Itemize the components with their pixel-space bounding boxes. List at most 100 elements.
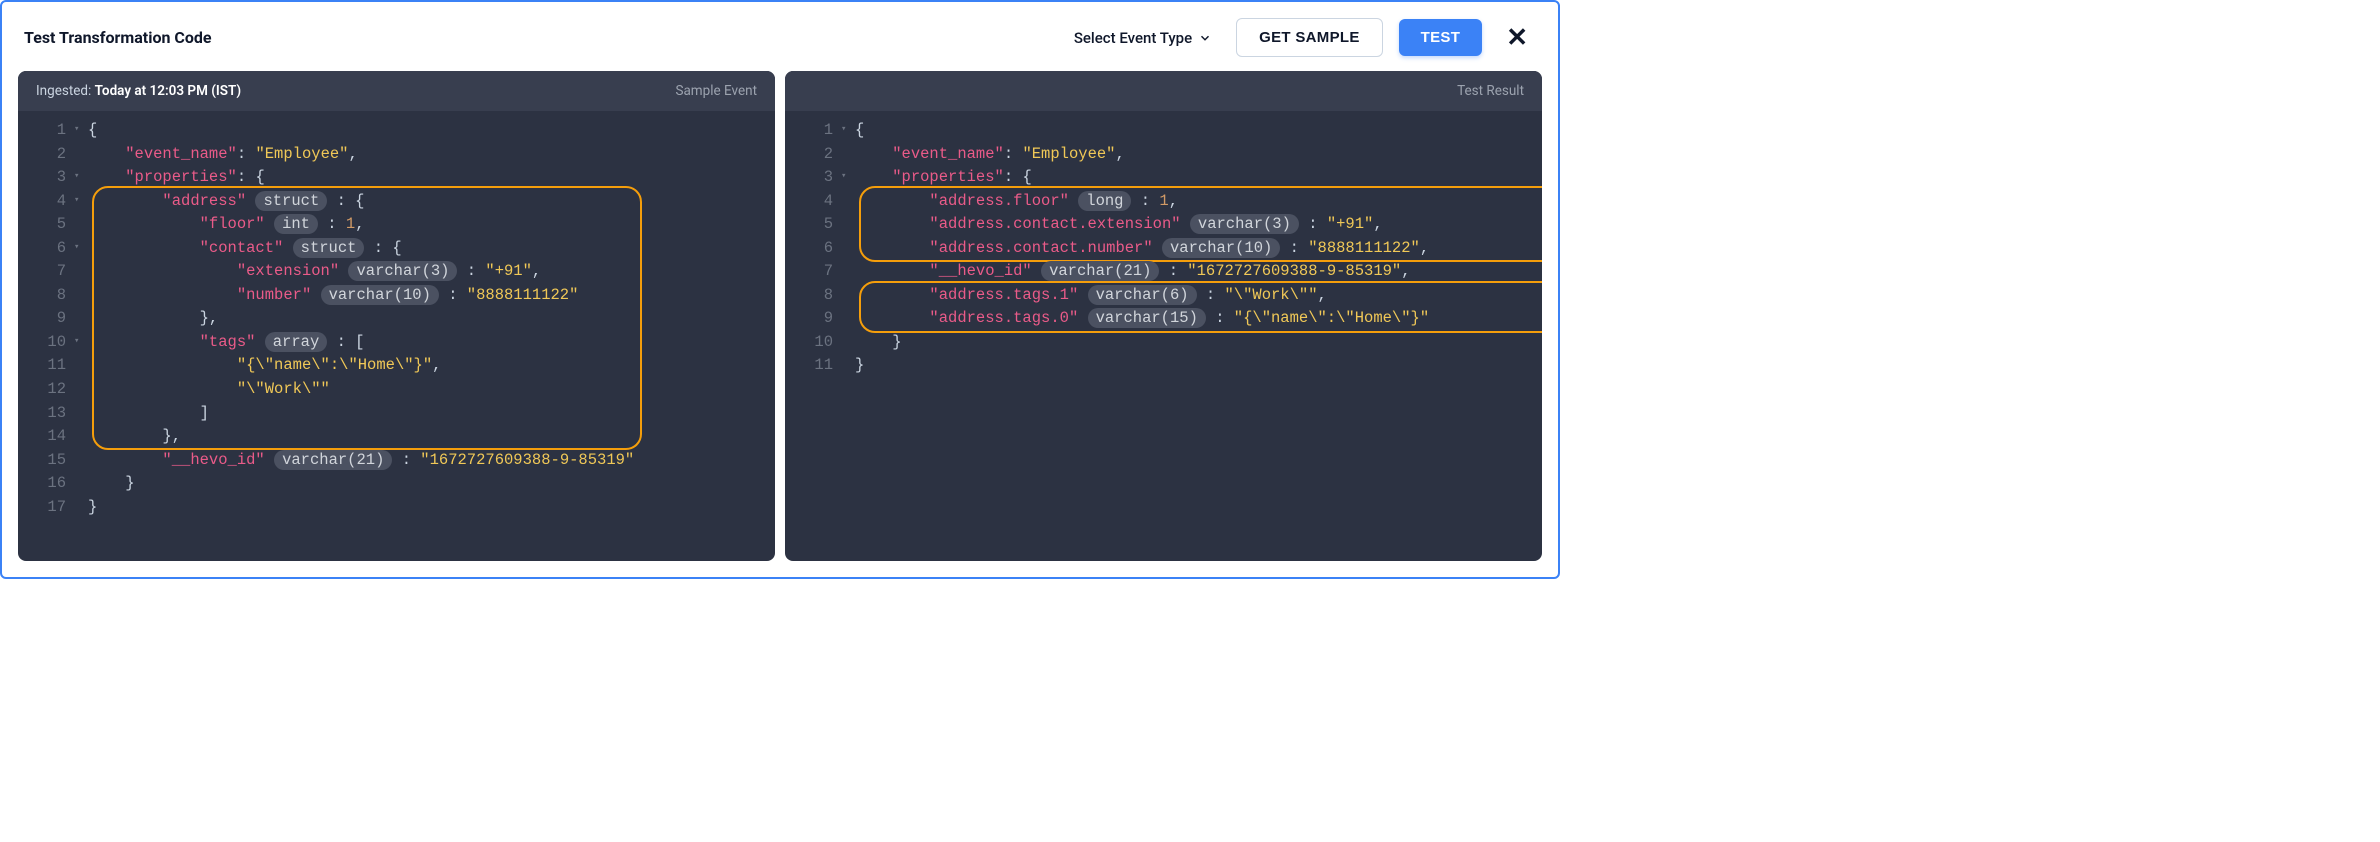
line-number: 8 bbox=[18, 284, 74, 308]
fold-icon[interactable]: ▾ bbox=[74, 190, 88, 214]
line-number: 9 bbox=[785, 307, 841, 331]
sample-event-code[interactable]: 1▾{2 "event_name": "Employee",3▾ "proper… bbox=[18, 111, 775, 533]
line-number: 12 bbox=[18, 378, 74, 402]
fold-icon bbox=[74, 307, 88, 331]
fold-icon[interactable]: ▾ bbox=[74, 166, 88, 190]
test-result-panel: Test Result 1▾{2 "event_name": "Employee… bbox=[785, 71, 1542, 561]
test-result-code[interactable]: 1▾{2 "event_name": "Employee",3▾ "proper… bbox=[785, 111, 1542, 392]
fold-icon bbox=[74, 354, 88, 378]
dialog-title: Test Transformation Code bbox=[24, 28, 1050, 47]
code-content: "{\"name\":\"Home\"}", bbox=[88, 354, 775, 378]
code-line: 11 "{\"name\":\"Home\"}", bbox=[18, 354, 775, 378]
code-content: "event_name": "Employee", bbox=[855, 143, 1542, 167]
ingested-label: Ingested: Today at 12:03 PM (IST) bbox=[36, 83, 241, 99]
line-number: 11 bbox=[785, 354, 841, 378]
code-line: 13 ] bbox=[18, 402, 775, 426]
fold-icon bbox=[841, 237, 855, 261]
fold-icon bbox=[74, 213, 88, 237]
code-content: "__hevo_id" varchar(21) : "1672727609388… bbox=[88, 449, 775, 473]
code-line: 8 "address.tags.1" varchar(6) : "\"Work\… bbox=[785, 284, 1542, 308]
code-content: "extension" varchar(3) : "+91", bbox=[88, 260, 775, 284]
close-icon[interactable]: ✕ bbox=[1498, 25, 1536, 51]
line-number: 10 bbox=[785, 331, 841, 355]
code-content: "__hevo_id" varchar(21) : "1672727609388… bbox=[855, 260, 1542, 284]
code-content: } bbox=[88, 496, 775, 520]
fold-icon[interactable]: ▾ bbox=[841, 166, 855, 190]
fold-icon bbox=[74, 472, 88, 496]
line-number: 17 bbox=[18, 496, 74, 520]
fold-icon bbox=[841, 284, 855, 308]
code-line: 16 } bbox=[18, 472, 775, 496]
code-content: "address.tags.1" varchar(6) : "\"Work\""… bbox=[855, 284, 1542, 308]
select-event-type-dropdown[interactable]: Select Event Type bbox=[1066, 29, 1220, 47]
sample-event-panel: Ingested: Today at 12:03 PM (IST) Sample… bbox=[18, 71, 775, 561]
code-content: "address.contact.number" varchar(10) : "… bbox=[855, 237, 1542, 261]
line-number: 16 bbox=[18, 472, 74, 496]
code-content: "properties": { bbox=[855, 166, 1542, 190]
code-content: { bbox=[855, 119, 1542, 143]
code-line: 5 "address.contact.extension" varchar(3)… bbox=[785, 213, 1542, 237]
fold-icon[interactable]: ▾ bbox=[74, 237, 88, 261]
code-line: 1▾{ bbox=[785, 119, 1542, 143]
code-line: 7 "__hevo_id" varchar(21) : "16727276093… bbox=[785, 260, 1542, 284]
code-content: "number" varchar(10) : "8888111122" bbox=[88, 284, 775, 308]
code-content: } bbox=[855, 354, 1542, 378]
fold-icon bbox=[74, 284, 88, 308]
code-content: "\"Work\"" bbox=[88, 378, 775, 402]
line-number: 5 bbox=[785, 213, 841, 237]
fold-icon bbox=[841, 307, 855, 331]
line-number: 6 bbox=[18, 237, 74, 261]
line-number: 3 bbox=[785, 166, 841, 190]
fold-icon bbox=[841, 190, 855, 214]
panels-row: Ingested: Today at 12:03 PM (IST) Sample… bbox=[4, 71, 1556, 575]
chevron-down-icon bbox=[1198, 31, 1212, 45]
code-line: 17} bbox=[18, 496, 775, 520]
code-content: }, bbox=[88, 425, 775, 449]
line-number: 4 bbox=[785, 190, 841, 214]
code-line: 4 "address.floor" long : 1, bbox=[785, 190, 1542, 214]
code-line: 8 "number" varchar(10) : "8888111122" bbox=[18, 284, 775, 308]
fold-icon bbox=[74, 449, 88, 473]
test-button[interactable]: TEST bbox=[1399, 19, 1483, 56]
line-number: 15 bbox=[18, 449, 74, 473]
code-line: 5 "floor" int : 1, bbox=[18, 213, 775, 237]
line-number: 1 bbox=[18, 119, 74, 143]
fold-icon[interactable]: ▾ bbox=[74, 331, 88, 355]
fold-icon bbox=[74, 402, 88, 426]
test-result-label: Test Result bbox=[1457, 83, 1524, 99]
code-line: 10 } bbox=[785, 331, 1542, 355]
code-line: 14 }, bbox=[18, 425, 775, 449]
line-number: 13 bbox=[18, 402, 74, 426]
fold-icon bbox=[841, 260, 855, 284]
fold-icon bbox=[841, 331, 855, 355]
fold-icon bbox=[74, 425, 88, 449]
fold-icon[interactable]: ▾ bbox=[74, 119, 88, 143]
sample-event-label: Sample Event bbox=[675, 83, 757, 99]
line-number: 5 bbox=[18, 213, 74, 237]
dialog-header: Test Transformation Code Select Event Ty… bbox=[4, 4, 1556, 71]
code-line: 12 "\"Work\"" bbox=[18, 378, 775, 402]
fold-icon bbox=[74, 260, 88, 284]
line-number: 2 bbox=[785, 143, 841, 167]
line-number: 10 bbox=[18, 331, 74, 355]
code-content: }, bbox=[88, 307, 775, 331]
line-number: 14 bbox=[18, 425, 74, 449]
line-number: 3 bbox=[18, 166, 74, 190]
code-content: ] bbox=[88, 402, 775, 426]
code-line: 9 }, bbox=[18, 307, 775, 331]
code-line: 2 "event_name": "Employee", bbox=[785, 143, 1542, 167]
fold-icon[interactable]: ▾ bbox=[841, 119, 855, 143]
fold-icon bbox=[841, 213, 855, 237]
code-line: 3▾ "properties": { bbox=[18, 166, 775, 190]
fold-icon bbox=[841, 354, 855, 378]
code-content: { bbox=[88, 119, 775, 143]
code-line: 10▾ "tags" array : [ bbox=[18, 331, 775, 355]
code-content: "properties": { bbox=[88, 166, 775, 190]
code-content: "contact" struct : { bbox=[88, 237, 775, 261]
code-content: "address.contact.extension" varchar(3) :… bbox=[855, 213, 1542, 237]
test-result-panel-header: Test Result bbox=[785, 71, 1542, 111]
line-number: 7 bbox=[785, 260, 841, 284]
get-sample-button[interactable]: GET SAMPLE bbox=[1236, 18, 1383, 57]
line-number: 11 bbox=[18, 354, 74, 378]
code-line: 6 "address.contact.number" varchar(10) :… bbox=[785, 237, 1542, 261]
